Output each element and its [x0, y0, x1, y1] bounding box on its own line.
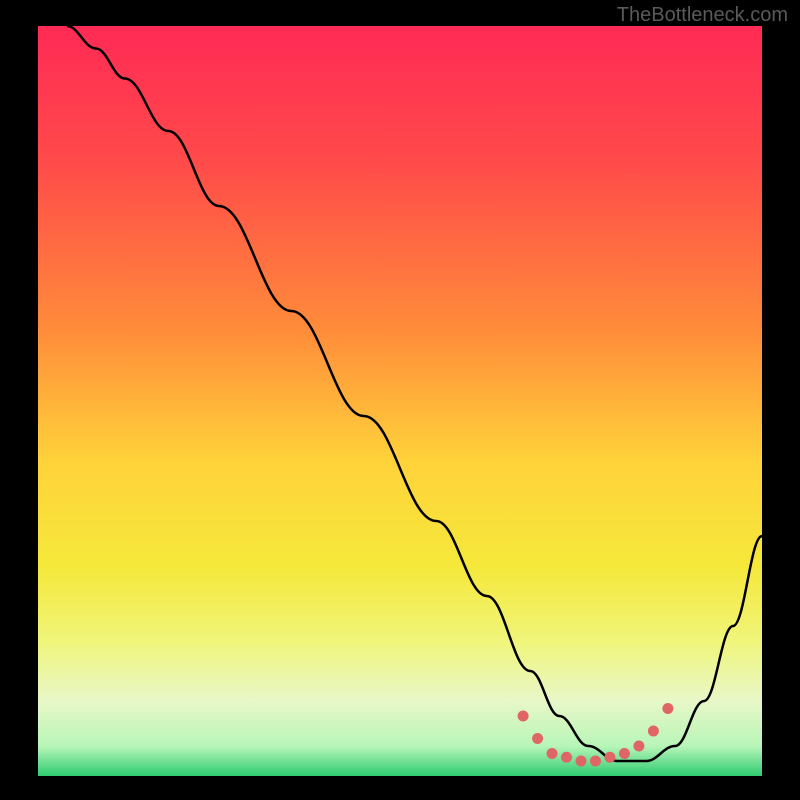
chart-svg — [38, 26, 762, 776]
marker-dot — [604, 752, 615, 763]
marker-dot — [547, 748, 558, 759]
marker-dot — [662, 703, 673, 714]
marker-dot — [576, 756, 587, 767]
marker-dot — [561, 752, 572, 763]
gradient-background — [38, 26, 762, 776]
marker-dot — [619, 748, 630, 759]
plot-area — [38, 26, 762, 776]
marker-dot — [532, 733, 543, 744]
watermark-text: TheBottleneck.com — [617, 4, 788, 27]
marker-dot — [633, 741, 644, 752]
marker-dot — [648, 726, 659, 737]
marker-dot — [518, 711, 529, 722]
marker-dot — [590, 756, 601, 767]
chart-container: TheBottleneck.com — [0, 0, 800, 800]
